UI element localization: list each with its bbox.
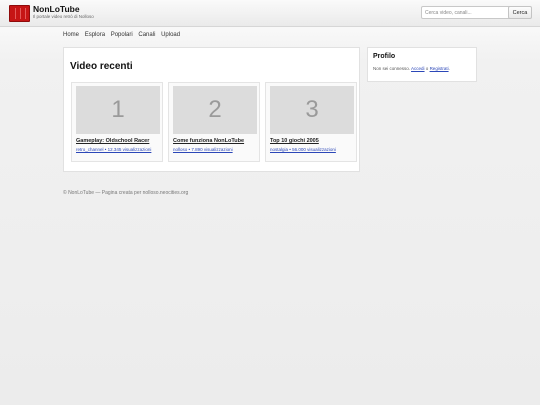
- video-title-link[interactable]: Gameplay: Oldschool Racer: [76, 138, 149, 144]
- video-title-link[interactable]: Come funziona NonLoTube: [173, 138, 244, 144]
- nav-home[interactable]: Home: [63, 32, 79, 38]
- login-status-text: Non sei connesso. Accedi o Registrati.: [373, 66, 450, 71]
- recent-videos-panel: Video recenti 1 Gameplay: Oldschool Race…: [63, 47, 360, 172]
- video-thumbnail[interactable]: 3: [270, 86, 354, 134]
- site-title[interactable]: NonLoTube: [33, 4, 80, 14]
- profile-title: Profilo: [373, 53, 396, 60]
- logo-icon[interactable]: [9, 5, 30, 22]
- search-input[interactable]: [421, 6, 511, 19]
- site-subtitle: Il portale video retrò di Nolloso: [33, 14, 94, 19]
- section-title: Video recenti: [70, 61, 133, 72]
- nav-popular[interactable]: Popolari: [111, 32, 133, 38]
- login-status-suffix: .: [448, 66, 450, 71]
- nav-upload[interactable]: Upload: [161, 32, 180, 38]
- video-thumbnail[interactable]: 2: [173, 86, 257, 134]
- login-status-prefix: Non sei connesso.: [373, 66, 412, 71]
- register-link[interactable]: Registrati: [430, 66, 449, 71]
- login-link[interactable]: Accedi: [411, 66, 425, 71]
- video-card[interactable]: 2 Come funziona NonLoTube nolloso • 7.89…: [168, 82, 260, 162]
- video-title-link[interactable]: Top 10 giochi 2005: [270, 138, 319, 144]
- video-card[interactable]: 3 Top 10 giochi 2005 nostalgia • 56.000 …: [265, 82, 357, 162]
- search-button[interactable]: Cerca: [508, 6, 532, 19]
- video-meta-link[interactable]: nolloso • 7.890 visualizzazioni: [173, 147, 257, 152]
- footer-text: © NonLoTube — Pagina creata per nolloso.…: [63, 190, 189, 196]
- main-nav: Home Esplora Popolari Canali Upload: [63, 32, 184, 38]
- video-meta-link[interactable]: retro_channel • 12.345 visualizzazioni: [76, 147, 160, 152]
- top-bar: NonLoTube Il portale video retrò di Noll…: [0, 0, 540, 27]
- video-meta-link[interactable]: nostalgia • 56.000 visualizzazioni: [270, 147, 354, 152]
- nav-explore[interactable]: Esplora: [85, 32, 105, 38]
- profile-panel: Profilo Non sei connesso. Accedi o Regis…: [367, 47, 477, 82]
- video-thumbnail[interactable]: 1: [76, 86, 160, 134]
- nav-channels[interactable]: Canali: [138, 32, 155, 38]
- video-card[interactable]: 1 Gameplay: Oldschool Racer retro_channe…: [71, 82, 163, 162]
